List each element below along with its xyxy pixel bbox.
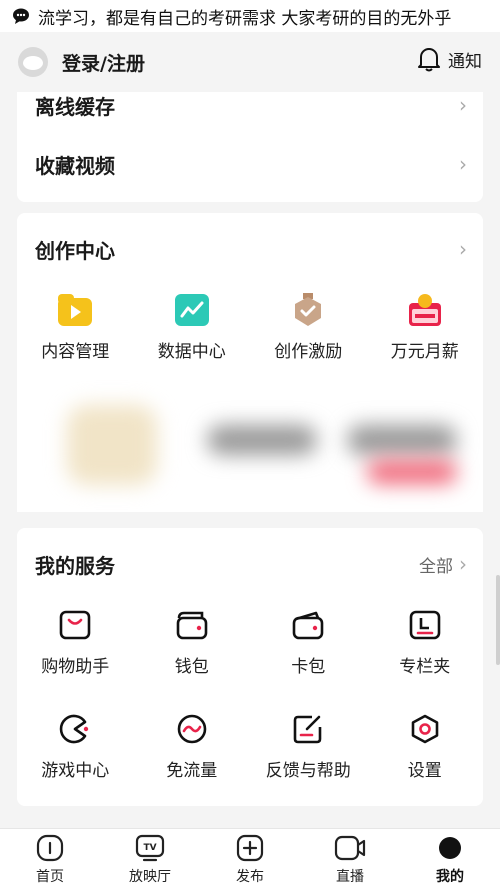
free-data-item[interactable]: 免流量 bbox=[134, 712, 251, 781]
data-center-item[interactable]: 数据中心 bbox=[134, 293, 251, 362]
tab-mine[interactable]: 我的 bbox=[400, 829, 500, 890]
card-holder-icon bbox=[291, 608, 325, 642]
tab-mine-label: 我的 bbox=[436, 869, 464, 885]
notification-button[interactable]: 通知 bbox=[418, 46, 482, 72]
tab-home-label: 首页 bbox=[36, 869, 64, 885]
bell-icon bbox=[418, 48, 440, 72]
settings-hexagon-icon bbox=[408, 712, 442, 746]
svg-text:TV: TV bbox=[143, 843, 156, 853]
avatar[interactable] bbox=[18, 47, 48, 77]
tab-live[interactable]: 直播 bbox=[300, 829, 400, 890]
favorite-videos-row[interactable]: 收藏视频 › bbox=[35, 148, 467, 180]
free-data-label: 免流量 bbox=[166, 761, 218, 781]
home-icon bbox=[36, 834, 64, 862]
my-services-title: 我的服务 bbox=[35, 553, 115, 578]
chevron-right-icon: › bbox=[459, 152, 467, 176]
publish-plus-icon bbox=[236, 834, 264, 862]
chart-line-icon bbox=[174, 293, 209, 327]
shopping-assistant-label: 购物助手 bbox=[41, 657, 110, 677]
offline-cache-row[interactable]: 离线缓存 › bbox=[35, 92, 467, 119]
view-all-label: 全部 bbox=[419, 556, 453, 577]
creation-incentive-label: 创作激励 bbox=[274, 342, 343, 362]
column-folder-icon bbox=[408, 608, 442, 642]
wallet-label: 钱包 bbox=[174, 657, 209, 677]
shopping-assistant-item[interactable]: 购物助手 bbox=[17, 608, 134, 677]
chevron-right-icon: › bbox=[459, 93, 467, 117]
creation-incentive-item[interactable]: 创作激励 bbox=[250, 293, 367, 362]
settings-label: 设置 bbox=[407, 761, 442, 781]
tab-cinema-label: 放映厅 bbox=[129, 869, 171, 885]
content-management-item[interactable]: 内容管理 bbox=[17, 293, 134, 362]
column-folder-item[interactable]: 专栏夹 bbox=[367, 608, 484, 677]
login-register-link[interactable]: 登录/注册 bbox=[62, 49, 145, 76]
game-pacman-icon bbox=[58, 712, 92, 746]
monthly-salary-item[interactable]: 万元月薪 bbox=[367, 293, 484, 362]
profile-header: 登录/注册 通知 bbox=[0, 32, 500, 92]
card-holder-label: 卡包 bbox=[291, 657, 326, 677]
ticker-text: 流学习，都是有自己的考研需求 大家考研的目的无外乎 bbox=[38, 8, 452, 29]
tv-icon: TV bbox=[135, 834, 165, 862]
tab-publish-label: 发布 bbox=[236, 869, 264, 885]
tab-cinema[interactable]: TV 放映厅 bbox=[100, 829, 200, 890]
tab-home[interactable]: 首页 bbox=[0, 829, 100, 890]
chat-bubble-icon bbox=[13, 8, 29, 24]
offline-cache-label: 离线缓存 bbox=[35, 94, 115, 119]
creator-center-header[interactable]: 创作中心 › bbox=[35, 233, 467, 265]
settings-item[interactable]: 设置 bbox=[367, 712, 484, 781]
notify-label: 通知 bbox=[448, 51, 482, 72]
scrollbar[interactable] bbox=[496, 575, 500, 665]
favorite-videos-label: 收藏视频 bbox=[35, 153, 115, 178]
game-center-item[interactable]: 游戏中心 bbox=[17, 712, 134, 781]
view-all-link[interactable]: 全部 › bbox=[419, 552, 467, 577]
data-center-label: 数据中心 bbox=[157, 342, 226, 362]
calendar-coin-icon bbox=[408, 293, 442, 327]
creator-center-card: 创作中心 › 内容管理 数据中心 创作激励 万元月薪 bbox=[17, 213, 483, 383]
feedback-edit-icon bbox=[291, 712, 325, 746]
video-folder-icon bbox=[58, 293, 93, 327]
wallet-item[interactable]: 钱包 bbox=[134, 608, 251, 677]
tab-publish[interactable]: 发布 bbox=[200, 829, 300, 890]
bottom-tab-bar: 首页 TV 放映厅 发布 直播 我的 bbox=[0, 828, 500, 890]
notification-ticker[interactable]: 流学习，都是有自己的考研需求 大家考研的目的无外乎 bbox=[0, 0, 500, 32]
card-holder-item[interactable]: 卡包 bbox=[250, 608, 367, 677]
chevron-right-icon: › bbox=[459, 552, 467, 576]
monthly-salary-label: 万元月薪 bbox=[390, 342, 459, 362]
wallet-icon bbox=[175, 608, 209, 642]
content-management-label: 内容管理 bbox=[41, 342, 110, 362]
medal-icon bbox=[291, 293, 325, 327]
profile-dot-icon bbox=[439, 837, 461, 859]
my-services-header: 我的服务 全部 › bbox=[35, 548, 467, 580]
game-center-label: 游戏中心 bbox=[41, 761, 110, 781]
promo-banner[interactable] bbox=[17, 370, 483, 512]
free-data-icon bbox=[175, 712, 209, 746]
creator-center-title: 创作中心 bbox=[35, 238, 115, 263]
my-services-card: 我的服务 全部 › 购物助手 钱包 卡包 专栏夹 游戏中心 免流量 反馈与帮助 … bbox=[17, 528, 483, 806]
media-card: 离线缓存 › 收藏视频 › bbox=[17, 92, 483, 202]
chevron-right-icon: › bbox=[459, 237, 467, 261]
column-folder-label: 专栏夹 bbox=[399, 657, 451, 677]
feedback-help-label: 反馈与帮助 bbox=[265, 761, 351, 781]
live-camera-icon bbox=[334, 835, 366, 861]
shopping-bag-icon bbox=[58, 608, 92, 642]
tab-live-label: 直播 bbox=[336, 869, 364, 885]
feedback-help-item[interactable]: 反馈与帮助 bbox=[250, 712, 367, 781]
